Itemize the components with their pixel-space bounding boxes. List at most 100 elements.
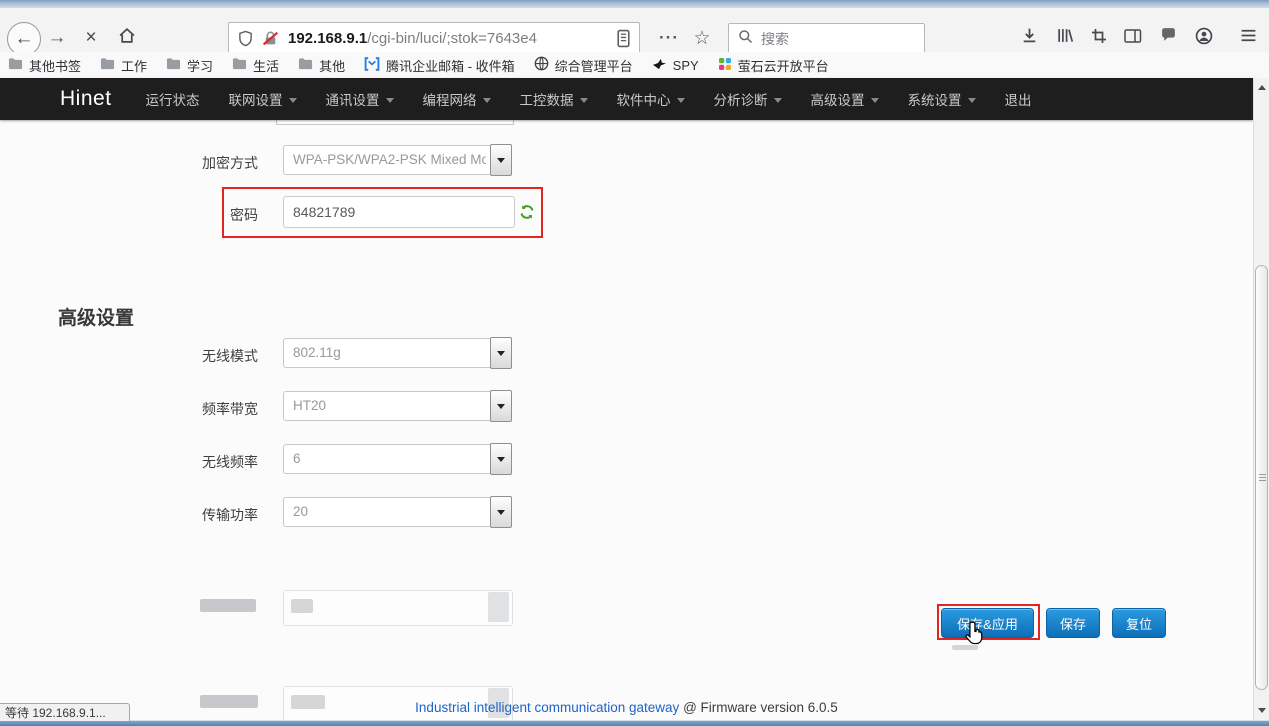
crop-icon [1091, 28, 1107, 49]
dropdown-arrow-button[interactable] [490, 496, 512, 528]
back-button[interactable]: ← [7, 22, 41, 56]
hamburger-icon [1240, 28, 1257, 48]
chevron-down-icon [497, 457, 505, 462]
page-actions-button[interactable]: ··· [655, 24, 683, 52]
tracking-shield-icon[interactable] [238, 30, 253, 47]
globe-icon [534, 56, 549, 74]
bookmarks-bar: 其他书签 工作 学习 生活 其他 腾讯企业邮箱 - 收件箱 综合管理平台 SP [0, 52, 1269, 78]
bookmark-other-bookmarks[interactable]: 其他书签 [8, 56, 81, 75]
nav-item-advanced-settings[interactable]: 高级设置 [811, 89, 879, 109]
bookmark-spy[interactable]: SPY [652, 57, 699, 73]
search-icon [738, 29, 753, 49]
bookmark-life[interactable]: 生活 [232, 56, 279, 75]
folder-icon [166, 57, 181, 73]
url-domain: 192.168.9.1 [288, 30, 367, 47]
chevron-down-icon [289, 98, 297, 103]
nav-item-label: 联网设置 [229, 89, 283, 109]
nav-item-label: 分析诊断 [714, 89, 768, 109]
dropdown-arrow-button[interactable] [490, 390, 512, 422]
url-fade [554, 30, 588, 47]
chevron-down-icon [580, 98, 588, 103]
wireless-mode-select[interactable]: 802.11g [283, 338, 511, 368]
bookmark-misc[interactable]: 其他 [298, 56, 345, 75]
bookmark-mgmt-platform[interactable]: 综合管理平台 [534, 56, 633, 75]
wireless-mode-value: 802.11g [284, 339, 486, 367]
chevron-down-icon [386, 98, 394, 103]
reader-mode-icon[interactable] [616, 29, 631, 48]
bookmark-label: 腾讯企业邮箱 - 收件箱 [386, 56, 515, 75]
save-button[interactable]: 保存 [1046, 608, 1100, 638]
messages-button[interactable] [1154, 24, 1182, 52]
scrollbar-up-button[interactable] [1254, 80, 1269, 95]
sidebar-button[interactable] [1119, 24, 1147, 52]
nav-item-software-center[interactable]: 软件中心 [617, 89, 685, 109]
account-button[interactable] [1190, 24, 1218, 52]
nav-item-system-settings[interactable]: 系统设置 [908, 89, 976, 109]
folder-icon [100, 57, 115, 73]
nav-item-logout[interactable]: 退出 [1005, 89, 1032, 109]
home-button[interactable] [113, 24, 141, 52]
bookmark-work[interactable]: 工作 [100, 56, 147, 75]
browser-toolbar: ← → × 192.168.9.1/cgi-bin/luci/;stok=764… [0, 8, 1269, 53]
bookmark-label: 生活 [253, 56, 279, 75]
chevron-down-icon [483, 98, 491, 103]
mouse-cursor-hand [964, 620, 987, 652]
menu-button[interactable] [1234, 24, 1262, 52]
bookmark-ezviz[interactable]: 萤石云开放平台 [718, 56, 829, 75]
download-icon [1021, 27, 1038, 49]
reset-button[interactable]: 复位 [1112, 608, 1166, 638]
insecure-lock-icon[interactable] [262, 30, 279, 47]
footer-link[interactable]: Industrial intelligent communication gat… [415, 700, 679, 715]
nav-item-industrial-data[interactable]: 工控数据 [520, 89, 588, 109]
ezviz-icon [718, 57, 732, 74]
account-icon [1195, 27, 1213, 50]
url-bar[interactable]: 192.168.9.1/cgi-bin/luci/;stok=7643e4 [228, 22, 640, 55]
bookmark-label: 工作 [121, 56, 147, 75]
chevron-down-icon [968, 98, 976, 103]
bookmark-study[interactable]: 学习 [166, 56, 213, 75]
vertical-scrollbar[interactable] [1253, 78, 1269, 726]
dropdown-arrow-button[interactable] [490, 337, 512, 369]
channel-label: 无线频率 [150, 452, 258, 472]
page-content: 加密方式 WPA-PSK/WPA2-PSK Mixed Mo 密码 848217… [0, 78, 1253, 721]
bookmark-label: 萤石云开放平台 [738, 56, 829, 75]
encryption-label: 加密方式 [150, 153, 258, 173]
folder-icon [232, 57, 247, 73]
scrollbar-grip [1259, 474, 1266, 482]
folder-icon [8, 57, 23, 73]
encryption-select[interactable]: WPA-PSK/WPA2-PSK Mixed Mo [283, 145, 511, 175]
nav-item-analysis-diagnosis[interactable]: 分析诊断 [714, 89, 782, 109]
library-icon [1056, 27, 1074, 49]
nav-item-run-status[interactable]: 运行状态 [146, 89, 200, 109]
home-icon [118, 27, 136, 49]
nav-item-label: 系统设置 [908, 89, 962, 109]
dropdown-arrow-button[interactable] [490, 144, 512, 176]
section-title-advanced: 高级设置 [58, 303, 134, 330]
nav-item-programming-network[interactable]: 编程网络 [423, 89, 491, 109]
chevron-down-icon [497, 510, 505, 515]
chevron-up-icon [1258, 85, 1266, 90]
nav-item-network-settings[interactable]: 联网设置 [229, 89, 297, 109]
brand-logo[interactable]: Hinet [60, 87, 112, 111]
spy-icon [652, 57, 667, 73]
screenshot-button[interactable] [1086, 24, 1112, 52]
bookmark-star-button[interactable]: ☆ [688, 23, 716, 53]
scrollbar-down-button[interactable] [1254, 703, 1269, 718]
bookmark-exmail[interactable]: 腾讯企业邮箱 - 收件箱 [364, 56, 515, 75]
save-apply-highlight-box [937, 604, 1040, 640]
tx-power-value: 20 [284, 498, 486, 526]
scrollbar-thumb[interactable] [1255, 265, 1268, 690]
library-button[interactable] [1051, 24, 1079, 52]
search-input[interactable]: 搜索 [728, 23, 925, 54]
forward-button[interactable]: → [44, 24, 70, 52]
chevron-down-icon [497, 351, 505, 356]
stop-button[interactable]: × [78, 24, 104, 52]
bandwidth-select[interactable]: HT20 [283, 391, 511, 421]
download-button[interactable] [1016, 24, 1042, 52]
dropdown-arrow-button[interactable] [490, 443, 512, 475]
tx-power-select[interactable]: 20 [283, 497, 511, 527]
nav-item-label: 编程网络 [423, 89, 477, 109]
channel-select[interactable]: 6 [283, 444, 511, 474]
refresh-password-icon[interactable] [519, 204, 535, 225]
nav-item-comm-settings[interactable]: 通讯设置 [326, 89, 394, 109]
